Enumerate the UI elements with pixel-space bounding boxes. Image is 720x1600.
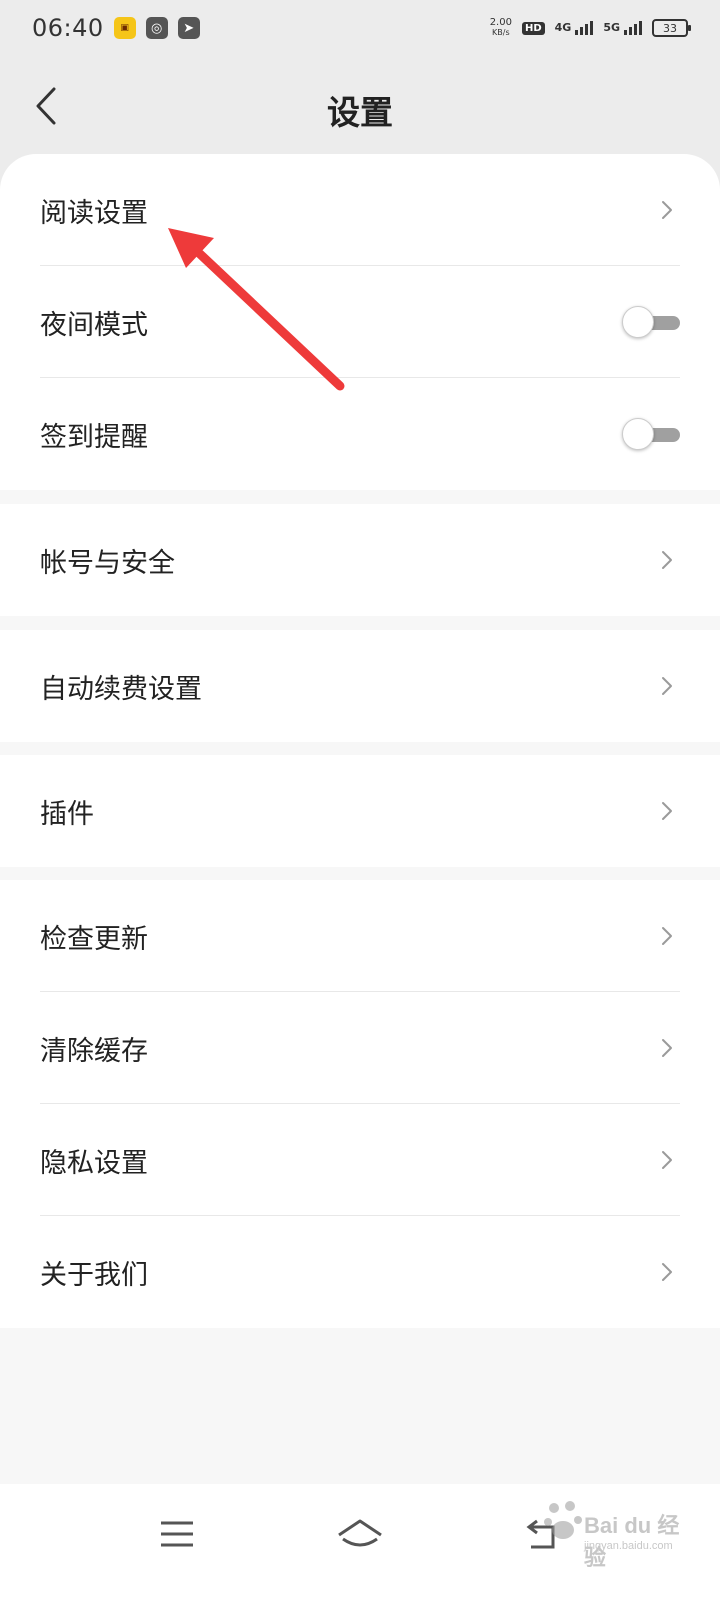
home-button[interactable] bbox=[325, 1506, 395, 1562]
home-icon bbox=[338, 1519, 382, 1547]
signal-4g-label: 4G bbox=[554, 21, 572, 34]
settings-row-auto-renewal[interactable]: 自动续费设置 bbox=[0, 630, 720, 742]
settings-row-check-update[interactable]: 检查更新 bbox=[0, 880, 720, 992]
status-left: 06:40 ▣ ◎ ➤ bbox=[32, 14, 200, 42]
settings-row-privacy[interactable]: 隐私设置 bbox=[0, 1104, 720, 1216]
settings-group-account: 帐号与安全 bbox=[0, 504, 720, 616]
menu-button[interactable] bbox=[142, 1506, 212, 1562]
battery-level: 33 bbox=[663, 21, 677, 35]
settings-row-label: 插件 bbox=[40, 798, 94, 830]
settings-row-label: 隐私设置 bbox=[40, 1147, 148, 1179]
chevron-right-icon bbox=[662, 677, 672, 695]
signal-5g-icon: 5G bbox=[603, 21, 642, 35]
watermark: Bai du 经验 jingyan.baidu.com bbox=[544, 1494, 694, 1574]
settings-group-renewal: 自动续费设置 bbox=[0, 630, 720, 742]
status-time: 06:40 bbox=[32, 14, 104, 42]
settings-row-clear-cache[interactable]: 清除缓存 bbox=[0, 992, 720, 1104]
chevron-right-icon bbox=[662, 551, 672, 569]
status-right: 2.00 KB/s HD 4G 5G 33 bbox=[490, 18, 691, 38]
hd-icon: HD bbox=[521, 21, 545, 35]
chevron-right-icon bbox=[662, 201, 672, 219]
night-mode-toggle[interactable] bbox=[622, 306, 680, 338]
settings-row-label: 帐号与安全 bbox=[40, 547, 175, 579]
settings-row-checkin-reminder: 签到提醒 bbox=[0, 378, 720, 490]
page-title: 设置 bbox=[327, 93, 393, 132]
signal-5g-label: 5G bbox=[603, 21, 620, 34]
settings-row-about-us[interactable]: 关于我们 bbox=[0, 1216, 720, 1328]
settings-row-reading[interactable]: 阅读设置 bbox=[0, 154, 720, 266]
settings-group-plugins: 插件 bbox=[0, 755, 720, 867]
settings-row-label: 阅读设置 bbox=[40, 197, 148, 229]
toggle-knob bbox=[622, 418, 654, 450]
chevron-right-icon bbox=[662, 927, 672, 945]
settings-row-label: 清除缓存 bbox=[40, 1035, 148, 1067]
settings-row-label: 自动续费设置 bbox=[40, 673, 202, 705]
chat-icon: ◎ bbox=[145, 17, 168, 39]
watermark-subtext: jingyan.baidu.com bbox=[584, 1540, 673, 1552]
send-icon: ➤ bbox=[177, 17, 200, 39]
settings-row-plugins[interactable]: 插件 bbox=[0, 755, 720, 867]
settings-row-account-security[interactable]: 帐号与安全 bbox=[0, 504, 720, 616]
settings-row-label: 关于我们 bbox=[40, 1259, 148, 1291]
chevron-right-icon bbox=[662, 802, 672, 820]
settings-row-night-mode: 夜间模式 bbox=[0, 266, 720, 378]
settings-row-label: 签到提醒 bbox=[40, 421, 148, 453]
signal-4g-icon: 4G bbox=[555, 21, 594, 35]
status-bar: 06:40 ▣ ◎ ➤ 2.00 KB/s HD 4G 5G 33 bbox=[0, 0, 720, 56]
settings-group-app: 检查更新 清除缓存 隐私设置 关于我们 bbox=[0, 880, 720, 1328]
toggle-knob bbox=[622, 306, 654, 338]
settings-group-general: 阅读设置 夜间模式 签到提醒 bbox=[0, 154, 720, 490]
app-notification-icon: ▣ bbox=[113, 17, 136, 39]
network-speed-value: 2.00 bbox=[489, 17, 512, 28]
checkin-reminder-toggle[interactable] bbox=[622, 418, 680, 450]
menu-icon bbox=[161, 1521, 193, 1547]
network-speed-unit: KB/s bbox=[492, 28, 510, 37]
chevron-right-icon bbox=[662, 1151, 672, 1169]
battery-icon: 33 bbox=[652, 19, 691, 37]
chevron-right-icon bbox=[662, 1039, 672, 1057]
settings-row-label: 检查更新 bbox=[40, 923, 148, 955]
chevron-right-icon bbox=[662, 1263, 672, 1281]
header: 设置 bbox=[0, 60, 720, 156]
settings-row-label: 夜间模式 bbox=[40, 309, 148, 341]
network-speed: 2.00 KB/s bbox=[490, 18, 512, 38]
paw-logo-icon bbox=[544, 1501, 582, 1539]
